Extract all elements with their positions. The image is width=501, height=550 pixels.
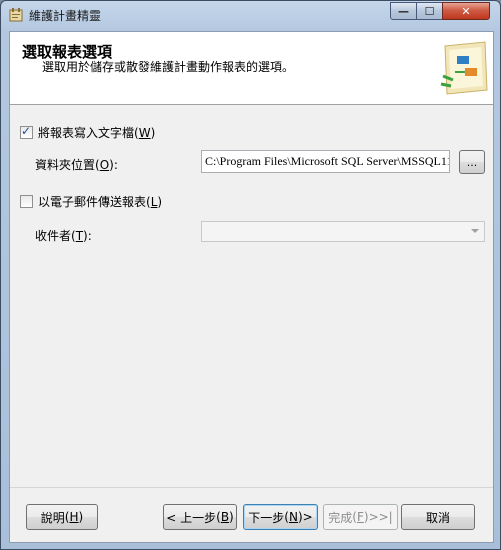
email-report-label: 以電子郵件傳送報表(L) <box>38 195 163 209</box>
page-header: 選取報表選項 選取用於儲存或散發維護計畫動作報表的選項。 <box>10 32 493 105</box>
folder-location-input[interactable]: C:\Program Files\Microsoft SQL Server\MS… <box>201 150 450 173</box>
wizard-page: 選取報表選項 選取用於儲存或散發維護計畫動作報表的選項。 將報表寫入文字檔(W)… <box>9 31 494 543</box>
minimize-button[interactable]: — <box>390 2 417 20</box>
finish-button: 完成(F) >>| <box>323 504 398 530</box>
wizard-illustration-icon <box>440 41 488 95</box>
recipient-select[interactable] <box>201 221 485 242</box>
help-button[interactable]: 說明(H) <box>26 504 98 530</box>
recipient-label: 收件者(T): <box>35 229 92 243</box>
title-bar[interactable]: 維護計畫精靈 — ☐ ✕ <box>1 1 500 29</box>
wizard-window: 維護計畫精靈 — ☐ ✕ 選取報表選項 選取用於儲存或散發維護計畫動作報表的選項… <box>0 0 501 550</box>
maximize-icon: ☐ <box>424 4 435 18</box>
chevron-down-icon <box>471 229 479 233</box>
write-to-file-option[interactable]: 將報表寫入文字檔(W) <box>20 124 155 141</box>
cancel-button[interactable]: 取消 <box>401 504 475 530</box>
window-title: 維護計畫精靈 <box>29 9 102 23</box>
email-report-checkbox[interactable] <box>20 195 33 208</box>
back-button[interactable]: < 上一步(B) <box>163 504 237 530</box>
next-button[interactable]: 下一步(N) > <box>243 504 318 530</box>
minimize-icon: — <box>398 4 409 18</box>
write-to-file-label: 將報表寫入文字檔(W) <box>38 126 156 140</box>
close-icon: ✕ <box>461 4 471 18</box>
footer-divider <box>10 487 493 488</box>
close-button[interactable]: ✕ <box>442 2 490 20</box>
maximize-button[interactable]: ☐ <box>416 2 443 20</box>
maintenance-plan-icon <box>9 8 23 22</box>
page-subtitle: 選取用於儲存或散發維護計畫動作報表的選項。 <box>42 60 295 74</box>
write-to-file-checkbox[interactable] <box>20 124 33 139</box>
folder-location-label: 資料夾位置(O): <box>35 158 118 172</box>
browse-button[interactable]: ... <box>459 150 485 174</box>
email-report-option[interactable]: 以電子郵件傳送報表(L) <box>20 193 162 210</box>
